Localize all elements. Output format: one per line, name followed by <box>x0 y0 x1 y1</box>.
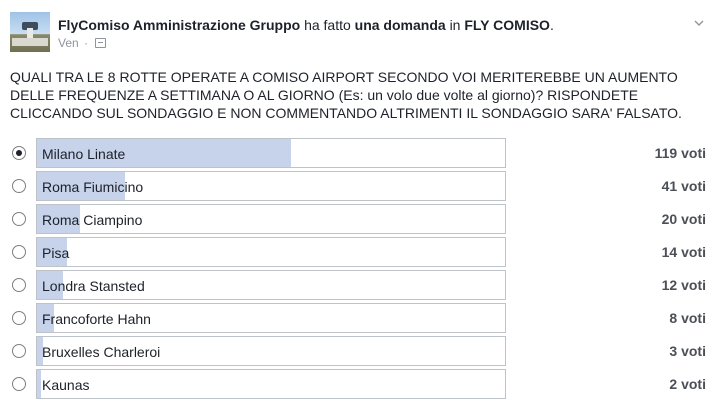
poll-option-bar[interactable]: Milano Linate <box>36 138 506 168</box>
poll-option-bar[interactable]: Pisa <box>36 237 506 267</box>
verb-text: ha fatto <box>304 17 351 33</box>
action-link[interactable]: una domanda <box>355 17 446 33</box>
poll-option-bar[interactable]: Francoforte Hahn <box>36 303 506 333</box>
radio-button[interactable] <box>12 377 26 391</box>
poll-option[interactable]: Pisa 14 voti <box>10 237 706 267</box>
poll-option[interactable]: Francoforte Hahn 8 voti <box>10 303 706 333</box>
poll-option[interactable]: Roma Ciampino 20 voti <box>10 204 706 234</box>
in-text: in <box>449 17 461 33</box>
poll-option-label: Londra Stansted <box>42 278 145 294</box>
radio-button[interactable] <box>12 146 26 160</box>
poll-option[interactable]: Milano Linate 119 voti <box>10 138 706 168</box>
radio-button[interactable] <box>12 212 26 226</box>
poll-option[interactable]: Roma Fiumicino 41 voti <box>10 171 706 201</box>
author-link[interactable]: FlyComiso Amministrazione Gruppo <box>58 17 300 33</box>
chevron-down-icon[interactable] <box>694 18 704 28</box>
poll-option[interactable]: Kaunas 2 voti <box>10 369 706 399</box>
vote-count[interactable]: 20 voti <box>662 211 706 227</box>
poll-option-label: Pisa <box>42 245 70 261</box>
group-audience-icon <box>95 38 107 48</box>
group-link[interactable]: FLY COMISO <box>464 17 550 33</box>
vote-count[interactable]: 119 voti <box>655 145 706 161</box>
post-title-line: FlyComiso Amministrazione Gruppo ha fatt… <box>58 16 554 34</box>
poll-option-bar[interactable]: Kaunas <box>36 369 506 399</box>
radio-button[interactable] <box>12 179 26 193</box>
vote-count[interactable]: 2 voti <box>669 376 706 392</box>
poll-option-bar[interactable]: Roma Ciampino <box>36 204 506 234</box>
radio-button[interactable] <box>12 278 26 292</box>
meta-separator: · <box>84 36 89 50</box>
poll-option-label: Roma Fiumicino <box>42 179 144 195</box>
post-meta: Ven · <box>58 36 107 50</box>
poll-option-label: Roma Ciampino <box>42 212 143 228</box>
post-header: FlyComiso Amministrazione Gruppo ha fatt… <box>10 8 704 52</box>
poll-option-label: Francoforte Hahn <box>42 311 151 327</box>
vote-count[interactable]: 8 voti <box>669 310 706 326</box>
poll-option-bar[interactable]: Bruxelles Charleroi <box>36 336 506 366</box>
terminal-building-shape <box>12 38 48 46</box>
radio-button[interactable] <box>12 311 26 325</box>
radio-button[interactable] <box>12 245 26 259</box>
poll-option-bar[interactable]: Roma Fiumicino <box>36 171 506 201</box>
poll-option-bar[interactable]: Londra Stansted <box>36 270 506 300</box>
poll-option-label: Milano Linate <box>42 146 126 162</box>
timestamp[interactable]: Ven <box>58 36 79 50</box>
vote-count[interactable]: 12 voti <box>662 277 706 293</box>
poll-option[interactable]: Bruxelles Charleroi 3 voti <box>10 336 706 366</box>
poll-option-label: Kaunas <box>42 377 90 393</box>
poll-question: QUALI TRA LE 8 ROTTE OPERATE A COMISO AI… <box>10 69 682 121</box>
airport-tower-avatar[interactable] <box>10 12 50 52</box>
radio-button[interactable] <box>12 344 26 358</box>
title-period: . <box>549 17 554 33</box>
poll-result-fill <box>37 370 41 398</box>
poll-option[interactable]: Londra Stansted 12 voti <box>10 270 706 300</box>
vote-count[interactable]: 41 voti <box>662 178 706 194</box>
poll-option-label: Bruxelles Charleroi <box>42 344 161 360</box>
vote-count[interactable]: 3 voti <box>669 343 706 359</box>
vote-count[interactable]: 14 voti <box>662 244 706 260</box>
